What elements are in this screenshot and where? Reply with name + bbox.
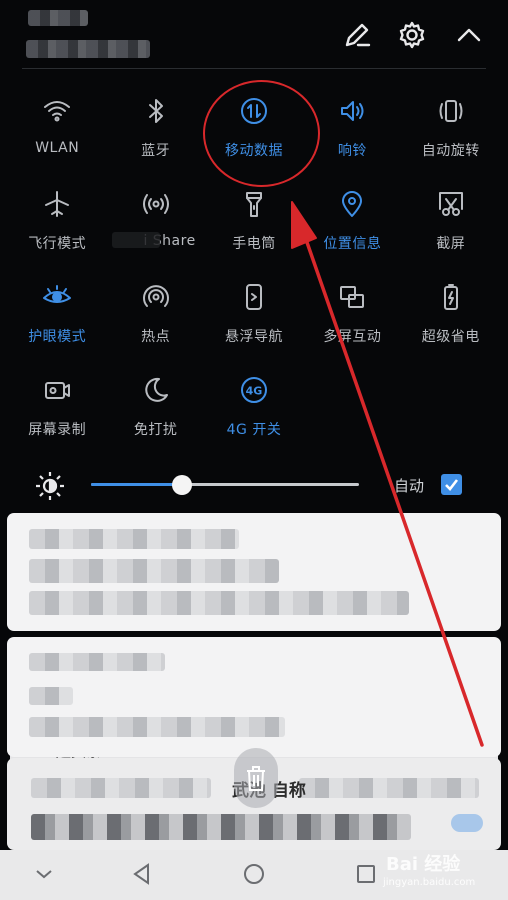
tile-label: 响铃 (337, 143, 367, 159)
tile-label: WLAN (35, 140, 80, 156)
trash-icon (247, 766, 265, 791)
sound-icon (335, 94, 369, 128)
tile-power-saver[interactable]: 超级省电 (402, 272, 500, 365)
status-blur-1 (28, 10, 88, 26)
brightness-fill (91, 483, 183, 486)
notification-1-text-blur (29, 591, 409, 615)
tile-wlan[interactable]: WLAN (8, 86, 106, 179)
auto-brightness-label: 自动 (394, 477, 425, 495)
notification-2-text-blur (29, 717, 285, 737)
tile-label: 屏幕录制 (28, 422, 87, 438)
tile-flashlight[interactable]: 手电筒 (205, 179, 303, 272)
tile-airplane[interactable]: 飞行模式 (8, 179, 106, 272)
tile-multiscreen[interactable]: 多屏互动 (303, 272, 401, 365)
chevron-down-icon[interactable] (30, 860, 58, 888)
tile-share[interactable]: i Share (106, 179, 204, 272)
tile-label: 免打扰 (133, 422, 178, 438)
clear-notifications-button[interactable] (234, 748, 278, 808)
tile-screen-record[interactable]: 屏幕录制 (8, 365, 106, 458)
bluetooth-icon (139, 94, 173, 128)
tile-location[interactable]: 位置信息 (303, 179, 401, 272)
notification-3-toggle[interactable] (451, 814, 483, 832)
back-icon[interactable] (128, 860, 156, 888)
watermark-brand: Bai 经验 (386, 854, 461, 875)
notification-card-2[interactable] (7, 637, 501, 757)
notification-1-app-blur (29, 529, 239, 549)
notification-2-app-blur (29, 653, 165, 671)
brightness-icon (36, 472, 64, 500)
tile-screenshot[interactable]: 截屏 (402, 179, 500, 272)
share-signal-icon (139, 187, 173, 221)
brightness-thumb[interactable] (172, 475, 193, 495)
tile-label: 截屏 (436, 236, 466, 252)
notification-3-text-blur-2 (299, 778, 479, 798)
chevron-up-icon[interactable] (452, 18, 486, 52)
4g-icon: 4G (237, 373, 271, 407)
tile-label: 位置信息 (323, 236, 382, 252)
eye-icon (40, 280, 74, 314)
notification-card-1[interactable] (7, 513, 501, 631)
flashlight-icon (237, 187, 271, 221)
tile-label: 多屏互动 (323, 329, 382, 345)
rotate-icon (434, 94, 468, 128)
tile-label: 飞行模式 (28, 236, 87, 252)
gear-icon[interactable] (395, 18, 429, 52)
auto-brightness-checkbox[interactable] (441, 474, 462, 495)
notification-3-text-blur (31, 778, 211, 798)
tile-label: 护眼模式 (28, 329, 87, 345)
tile-do-not-disturb[interactable]: 免打扰 (106, 365, 204, 458)
screenshot-icon (434, 187, 468, 221)
tile-label: 4G 开关 (226, 422, 282, 438)
multiscreen-icon (335, 280, 369, 314)
tile-label: 自动旋转 (421, 143, 480, 159)
share-label-blur (112, 232, 160, 248)
header-divider (22, 68, 486, 69)
location-icon (335, 187, 369, 221)
check-icon (445, 479, 459, 491)
tile-hotspot[interactable]: 热点 (106, 272, 204, 365)
home-icon[interactable] (240, 860, 268, 888)
status-blur-2 (26, 40, 150, 58)
recents-icon[interactable] (352, 860, 380, 888)
hotspot-icon (139, 280, 173, 314)
tile-bluetooth[interactable]: 蓝牙 (106, 86, 204, 179)
battery-icon (434, 280, 468, 314)
annotation-circle (203, 80, 320, 187)
screen-record-icon (40, 373, 74, 407)
tile-label: 超级省电 (421, 329, 480, 345)
tile-auto-rotate[interactable]: 自动旋转 (402, 86, 500, 179)
airplane-icon (40, 187, 74, 221)
tile-eye-comfort[interactable]: 护眼模式 (8, 272, 106, 365)
moon-icon (139, 373, 173, 407)
brightness-slider[interactable] (91, 483, 359, 486)
floating-nav-icon (237, 280, 271, 314)
tile-floating-nav[interactable]: 悬浮导航 (205, 272, 303, 365)
notification-1-title-blur (29, 559, 279, 583)
notification-2-title-blur (29, 687, 73, 705)
tile-label: 悬浮导航 (224, 329, 283, 345)
wifi-icon (40, 94, 74, 128)
brightness-row: 自动 (0, 466, 508, 506)
tile-label: 热点 (141, 329, 171, 345)
tile-label: 蓝牙 (141, 143, 171, 159)
svg-text:4G: 4G (246, 385, 263, 398)
watermark-url: jingyan.baidu.com (383, 877, 476, 888)
tile-4g[interactable]: 4G 4G 开关 (205, 365, 303, 458)
pencil-icon[interactable] (340, 18, 374, 52)
tile-label: 手电筒 (232, 236, 276, 252)
notification-3-preview-blur (31, 814, 411, 840)
